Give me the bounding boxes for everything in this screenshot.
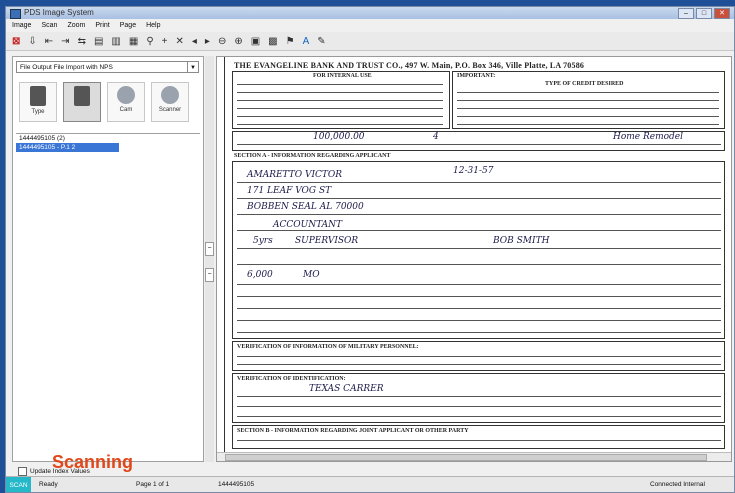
identification-heading: VERIFICATION OF IDENTIFICATION: bbox=[237, 376, 346, 382]
prev-icon[interactable]: ⇤ bbox=[45, 36, 53, 47]
years-value: 5yrs bbox=[253, 236, 273, 246]
thumbnails-icon[interactable]: ▩ bbox=[268, 36, 277, 47]
last-icon[interactable]: ▤ bbox=[94, 36, 103, 47]
next-icon[interactable]: ⇥ bbox=[61, 36, 69, 47]
menu-image[interactable]: Image bbox=[12, 22, 31, 29]
camera-icon bbox=[117, 86, 135, 104]
close-icon[interactable]: ⊠ bbox=[12, 36, 20, 47]
text-icon[interactable]: A bbox=[303, 36, 310, 47]
import-dropdown-value: File Output File Import with NPS bbox=[20, 64, 113, 71]
income-value: 6,000 bbox=[247, 270, 273, 280]
menu-help[interactable]: Help bbox=[146, 22, 160, 29]
mode-indicator: SCAN bbox=[6, 477, 31, 492]
margin-rule bbox=[220, 57, 225, 461]
first-icon[interactable]: ⇆ bbox=[78, 36, 86, 47]
document-tree: 1444495105 (2) 1444495105 - P.1 2 bbox=[16, 133, 200, 464]
toolbar: ⊠ ⇩ ⇤ ⇥ ⇆ ▤ ▥ ▦ ⚲ + ✕ ◂ ▸ ⊖ ⊕ ▣ ▩ ⚑ A ✎ bbox=[6, 32, 734, 51]
grid-icon[interactable]: ▣ bbox=[251, 36, 260, 47]
window-title: PDS Image System bbox=[24, 8, 94, 17]
loan-application-form: THE EVANGELINE BANK AND TRUST CO., 497 W… bbox=[230, 61, 727, 451]
menu-bar: Image Scan Zoom Print Page Help bbox=[6, 20, 734, 31]
status-bar: SCAN Ready Page 1 of 1 1444495105 Connec… bbox=[6, 476, 734, 492]
tree-item-document[interactable]: 1444495105 (2) bbox=[16, 134, 200, 143]
page-icon bbox=[74, 86, 90, 106]
menu-zoom[interactable]: Zoom bbox=[67, 22, 85, 29]
street-value: 171 LEAF VOG ST bbox=[247, 186, 332, 196]
update-index-label: Update Index Values bbox=[30, 468, 90, 475]
id-value: TEXAS CARRER bbox=[309, 384, 384, 394]
purpose-value: Home Remodel bbox=[613, 132, 684, 142]
fit-icon[interactable]: ⊖ bbox=[218, 36, 226, 47]
income-period-value: MO bbox=[303, 270, 320, 280]
status-doc-id: 1444495105 bbox=[218, 481, 255, 488]
status-connection: Connected Internal bbox=[650, 481, 705, 488]
type-button[interactable]: Type bbox=[19, 82, 57, 122]
minimize-button[interactable]: – bbox=[678, 8, 694, 19]
edit-icon[interactable]: ✎ bbox=[317, 36, 325, 47]
page-button[interactable] bbox=[63, 82, 101, 122]
cam-button[interactable]: Cam bbox=[107, 82, 145, 122]
close-button[interactable]: ✕ bbox=[714, 8, 730, 19]
important-heading: IMPORTANT: bbox=[457, 73, 496, 79]
checkbox-box[interactable] bbox=[18, 467, 27, 476]
section-a-heading: SECTION A - INFORMATION REGARDING APPLIC… bbox=[234, 153, 391, 159]
add-icon[interactable]: + bbox=[162, 36, 168, 47]
menu-page[interactable]: Page bbox=[120, 22, 136, 29]
scanner-button[interactable]: Scanner bbox=[151, 82, 189, 122]
document-icon bbox=[30, 86, 46, 106]
app-window: PDS Image System – □ ✕ Image Scan Zoom P… bbox=[5, 6, 735, 493]
page-up-icon[interactable]: − bbox=[205, 242, 214, 256]
section-b-heading: SECTION B - INFORMATION REGARDING JOINT … bbox=[237, 428, 469, 434]
chevron-down-icon[interactable]: ▼ bbox=[187, 62, 198, 72]
app-icon bbox=[10, 9, 21, 19]
page-next-icon[interactable]: ▸ bbox=[205, 36, 210, 47]
scrollbar-thumb[interactable] bbox=[225, 454, 707, 461]
left-panel: File Output File Import with NPS ▼ Type … bbox=[12, 56, 204, 472]
save-icon[interactable]: ⇩ bbox=[28, 36, 36, 47]
horizontal-scrollbar[interactable] bbox=[217, 452, 731, 461]
import-dropdown[interactable]: File Output File Import with NPS ▼ bbox=[16, 61, 199, 73]
section-b-box: SECTION B - INFORMATION REGARDING JOINT … bbox=[232, 425, 725, 449]
military-heading: VERIFICATION OF INFORMATION OF MILITARY … bbox=[237, 344, 419, 350]
identification-box: VERIFICATION OF IDENTIFICATION: TEXAS CA… bbox=[232, 373, 725, 423]
update-index-checkbox[interactable]: Update Index Values bbox=[18, 467, 90, 476]
city-value: BOBBEN SEAL AL 70000 bbox=[247, 202, 364, 212]
document-viewer[interactable]: THE EVANGELINE BANK AND TRUST CO., 497 W… bbox=[216, 56, 732, 462]
zoom-icon[interactable]: ⚲ bbox=[146, 36, 153, 47]
fit-width-icon[interactable]: ⊕ bbox=[234, 36, 242, 47]
name-value: AMARETTO VICTOR bbox=[247, 170, 343, 180]
credit-type-box: IMPORTANT: TYPE OF CREDIT DESIRED bbox=[452, 71, 725, 129]
amount-row: 100,000.00 4 Home Remodel bbox=[232, 131, 725, 151]
internal-use-box: FOR INTERNAL USE bbox=[232, 71, 450, 129]
maximize-button[interactable]: □ bbox=[696, 8, 712, 19]
status-state: Ready bbox=[39, 481, 58, 488]
employer-value: ACCOUNTANT bbox=[273, 220, 342, 230]
amount-value: 100,000.00 bbox=[313, 132, 365, 142]
page-down-icon[interactable]: − bbox=[205, 268, 214, 282]
flag-icon[interactable]: ⚑ bbox=[286, 36, 295, 47]
scan-icon[interactable]: ▦ bbox=[129, 36, 138, 47]
supervisor-value: BOB SMITH bbox=[493, 236, 550, 246]
position-value: SUPERVISOR bbox=[295, 236, 359, 246]
menu-print[interactable]: Print bbox=[95, 22, 109, 29]
scanner-icon bbox=[161, 86, 179, 104]
section-a-box: AMARETTO VICTOR 12-31-57 171 LEAF VOG ST… bbox=[232, 161, 725, 339]
credit-type-heading: TYPE OF CREDIT DESIRED bbox=[545, 81, 624, 87]
title-bar: PDS Image System – □ ✕ bbox=[6, 7, 734, 19]
military-box: VERIFICATION OF INFORMATION OF MILITARY … bbox=[232, 341, 725, 371]
status-page: Page 1 of 1 bbox=[136, 481, 170, 488]
delete-icon[interactable]: ✕ bbox=[175, 36, 183, 47]
term-value: 4 bbox=[433, 132, 439, 142]
dob-value: 12-31-57 bbox=[453, 166, 494, 176]
rotate-icon[interactable]: ▥ bbox=[111, 36, 120, 47]
panel-splitter[interactable]: − − bbox=[205, 56, 214, 462]
internal-use-heading: FOR INTERNAL USE bbox=[313, 73, 372, 79]
tree-item-page[interactable]: 1444495105 - P.1 2 bbox=[16, 143, 119, 152]
menu-scan[interactable]: Scan bbox=[41, 22, 57, 29]
page-prev-icon[interactable]: ◂ bbox=[192, 36, 197, 47]
bank-title: THE EVANGELINE BANK AND TRUST CO., 497 W… bbox=[234, 61, 585, 70]
